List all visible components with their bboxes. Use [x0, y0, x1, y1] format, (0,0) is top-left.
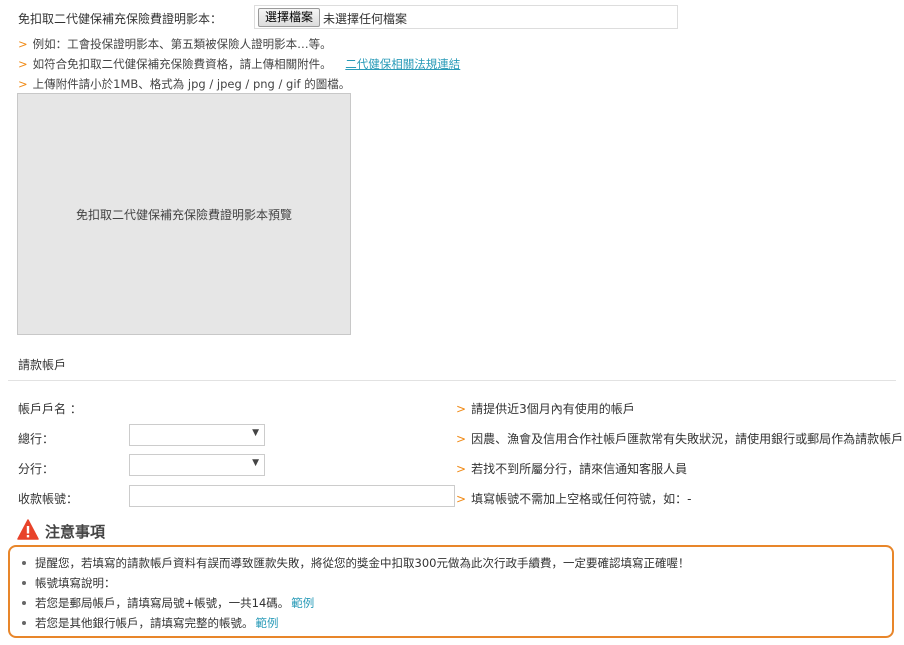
account-name-hint: > 請提供近3個月內有使用的帳戶	[456, 402, 635, 416]
regulation-link[interactable]: 二代健保相關法規連結	[345, 57, 460, 71]
arrow-icon: >	[456, 432, 467, 446]
chevron-down-icon: ▼	[252, 458, 259, 468]
account-name-label: 帳戶戶名 ：	[18, 402, 82, 416]
notice-item: 帳號填寫說明：	[22, 575, 116, 591]
bullet-icon	[22, 560, 26, 565]
upload-label: 免扣取二代健保補充保險費證明影本：	[18, 12, 223, 26]
notice-item: 提醒您，若填寫的請款帳戶資料有誤而導致匯款失敗，將從您的獎金中扣取300元做為此…	[22, 555, 689, 571]
section-divider	[8, 380, 896, 381]
arrow-icon: >	[18, 57, 28, 71]
post-office-example-link[interactable]: 範例	[291, 596, 314, 610]
bullet-icon	[22, 600, 26, 605]
choose-file-button[interactable]: 選擇檔案	[258, 8, 321, 27]
arrow-icon: >	[456, 462, 467, 476]
preview-text: 免扣取二代健保補充保險費證明影本預覽	[75, 207, 292, 222]
bank-example-link[interactable]: 範例	[256, 616, 279, 630]
arrow-icon: >	[456, 402, 467, 416]
notice-item: 若您是郵局帳戶，請填寫局號+帳號，一共14碼。 範例	[22, 595, 314, 611]
bullet-icon	[22, 620, 26, 625]
notice-title: 注意事項	[45, 523, 106, 541]
bank-select[interactable]: ▼	[129, 424, 265, 446]
hint-example: > 例如：工會投保證明影本、第五類被保險人證明影本…等。	[18, 37, 332, 51]
arrow-icon: >	[456, 492, 467, 506]
warning-icon	[17, 519, 39, 540]
arrow-icon: >	[18, 37, 28, 51]
file-status-text: 未選擇任何檔案	[323, 12, 408, 26]
branch-select[interactable]: ▼	[129, 454, 265, 476]
branch-label: 分行：	[18, 462, 55, 476]
hint-file-format: > 上傳附件請小於1MB、格式為 jpg / jpeg / png / gif 的…	[18, 77, 351, 91]
account-number-label: 收款帳號：	[18, 492, 79, 506]
account-number-hint: > 填寫帳號不需加上空格或任何符號，如：-	[456, 492, 692, 506]
chevron-down-icon: ▼	[252, 428, 259, 438]
account-number-input[interactable]	[129, 485, 455, 507]
bank-label: 總行：	[18, 432, 55, 446]
arrow-icon: >	[18, 77, 28, 91]
hint-eligibility: > 如符合免扣取二代健保補充保險費資格，請上傳相關附件。 二代健保相關法規連結	[18, 57, 461, 71]
branch-hint: > 若找不到所屬分行，請來信通知客服人員	[456, 462, 688, 476]
notice-item: 若您是其他銀行帳戶，請填寫完整的帳號。 範例	[22, 615, 279, 631]
account-section-title: 請款帳戶	[18, 358, 67, 372]
bank-hint: > 因農、漁會及信用合作社帳戶匯款常有失敗狀況，請使用銀行或郵局作為請款帳戶	[456, 432, 904, 446]
certificate-preview: 免扣取二代健保補充保險費證明影本預覽	[17, 93, 351, 335]
bullet-icon	[22, 580, 26, 585]
